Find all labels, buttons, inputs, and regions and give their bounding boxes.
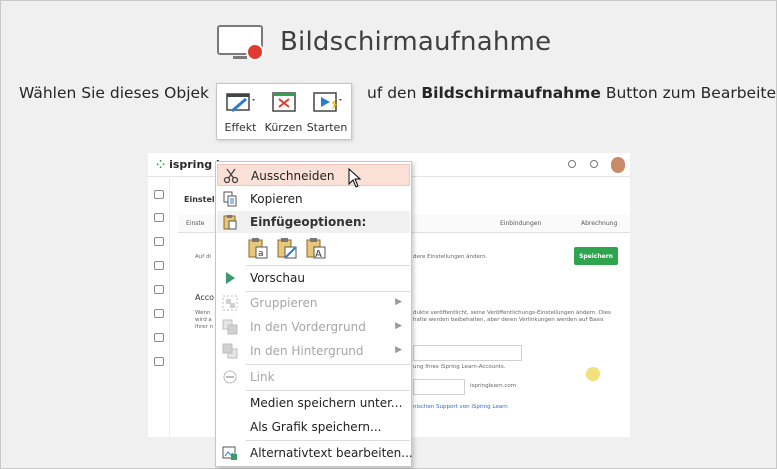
home-icon bbox=[154, 190, 164, 199]
library-icon bbox=[154, 213, 164, 222]
shot-left-line-1: Wenn bbox=[195, 310, 211, 316]
menu-label-copy: Kopieren bbox=[250, 192, 303, 206]
bell-icon bbox=[590, 160, 598, 168]
paste-text-only-icon[interactable]: A bbox=[305, 237, 327, 259]
menu-item-group[interactable]: Gruppieren ▶ bbox=[217, 292, 410, 314]
shot-account-hint: ung Ihres iSpring Learn-Accounts. bbox=[413, 364, 506, 370]
menu-item-preview[interactable]: Vorschau bbox=[217, 267, 410, 289]
shot-account-input bbox=[413, 345, 522, 361]
video-trim-icon bbox=[271, 92, 296, 112]
paste-keep-source-icon[interactable]: a bbox=[247, 237, 269, 259]
click-highlight bbox=[586, 367, 600, 381]
shot-tab-billing: Abrechnung bbox=[581, 220, 618, 227]
menu-label-save-as-picture: Als Grafik speichern... bbox=[250, 420, 382, 434]
menu-label-paste-options: Einfügeoptionen: bbox=[250, 215, 367, 229]
scissors-icon bbox=[223, 168, 239, 184]
shot-right-line-2: halte werden beibehalten, aber deren Ver… bbox=[413, 317, 604, 323]
tasks-icon bbox=[154, 309, 164, 318]
menu-separator bbox=[246, 364, 410, 365]
menu-label-group: Gruppieren bbox=[250, 296, 318, 310]
start-label: Starten bbox=[306, 121, 348, 134]
menu-separator bbox=[246, 390, 410, 391]
menu-separator bbox=[246, 265, 410, 266]
mini-toolbar: Effekt Kürzen Starten bbox=[216, 83, 352, 140]
menu-label-send-back: In den Hintergrund bbox=[250, 344, 364, 358]
subtitle-part-3: Button zum Bearbeiten bbox=[600, 84, 777, 102]
effect-label: Effekt bbox=[224, 121, 257, 134]
subtitle-part-1: Wählen Sie dieses Objek bbox=[19, 84, 210, 102]
subtitle-bold: Bildschirmaufnahme bbox=[421, 84, 601, 102]
shot-right-line-1: dukte veröffentlicht, seine Veröffentlic… bbox=[413, 310, 611, 316]
shot-tab-integrations: Einbindungen bbox=[500, 220, 542, 227]
clipboard-icon bbox=[223, 215, 237, 230]
users-icon bbox=[154, 285, 164, 294]
menu-item-edit-alt-text[interactable]: Alternativtext bearbeiten... bbox=[217, 442, 413, 464]
svg-text:a: a bbox=[258, 249, 264, 259]
mouse-pointer-icon bbox=[348, 168, 362, 188]
submenu-arrow-icon: ▶ bbox=[395, 321, 402, 331]
menu-label-edit-alt-text: Alternativtext bearbeiten... bbox=[250, 446, 413, 460]
slide-title: Bildschirmaufnahme bbox=[280, 27, 552, 57]
group-icon bbox=[222, 295, 238, 311]
shot-domain-suffix: ispringlearn.com bbox=[470, 383, 517, 389]
shot-text-left: Auf di bbox=[195, 254, 211, 260]
shot-tab-settings: Einste bbox=[186, 220, 205, 227]
menu-item-link[interactable]: Link bbox=[217, 366, 410, 388]
paste-options-header: Einfügeoptionen: bbox=[217, 211, 410, 233]
video-start-icon bbox=[313, 92, 342, 112]
effect-button[interactable]: Effekt bbox=[221, 87, 260, 136]
menu-label-preview: Vorschau bbox=[250, 271, 305, 285]
chat-icon bbox=[568, 160, 576, 168]
shot-left-line-3: Ihrer n bbox=[195, 324, 214, 330]
menu-label-link: Link bbox=[250, 370, 275, 384]
trim-label: Kürzen bbox=[264, 121, 303, 134]
shot-save-button: Speichern bbox=[574, 247, 618, 265]
subtitle-part-2: uf den bbox=[367, 84, 422, 102]
menu-item-save-as-picture[interactable]: Als Grafik speichern... bbox=[217, 416, 410, 438]
play-icon bbox=[226, 272, 235, 284]
video-effect-icon bbox=[225, 93, 255, 113]
copy-icon bbox=[223, 191, 237, 207]
menu-item-send-back[interactable]: In den Hintergrund ▶ bbox=[217, 340, 410, 362]
shot-left-line-2: wird a bbox=[195, 317, 212, 323]
menu-label-cut: Ausschneiden bbox=[251, 169, 335, 183]
slide-subtitle: Wählen Sie dieses Objek uf den Bildschirm… bbox=[19, 84, 777, 102]
shot-account-heading: Acco bbox=[195, 293, 215, 302]
menu-item-save-media[interactable]: Medien speichern unter... bbox=[217, 392, 410, 414]
menu-item-copy[interactable]: Kopieren bbox=[217, 188, 410, 210]
submenu-arrow-icon: ▶ bbox=[395, 345, 402, 355]
send-backward-icon bbox=[222, 343, 238, 359]
menu-item-bring-front[interactable]: In den Vordergrund ▶ bbox=[217, 316, 410, 338]
shot-text-right: dere Einstellungen ändern. bbox=[413, 254, 488, 260]
context-menu: Ausschneiden Kopieren Einfügeoptionen: a… bbox=[215, 161, 413, 467]
link-icon bbox=[223, 370, 237, 384]
menu-label-save-media: Medien speichern unter... bbox=[250, 396, 403, 410]
shot-domain-input bbox=[413, 379, 465, 395]
start-button[interactable]: Starten bbox=[307, 87, 347, 136]
chart-icon bbox=[154, 237, 164, 246]
shot-sidebar bbox=[148, 178, 170, 437]
calendar-icon bbox=[154, 261, 164, 270]
settings-icon bbox=[154, 357, 164, 366]
shot-support-link: nischen Support von iSpring Learn bbox=[413, 404, 508, 410]
menu-label-bring-front: In den Vordergrund bbox=[250, 320, 366, 334]
avatar bbox=[611, 157, 625, 173]
paste-picture-icon[interactable] bbox=[276, 237, 298, 259]
trim-button[interactable]: Kürzen bbox=[264, 87, 303, 136]
messages-icon bbox=[154, 333, 164, 342]
bring-forward-icon bbox=[222, 319, 238, 335]
menu-separator bbox=[246, 440, 410, 441]
alt-text-icon bbox=[222, 446, 237, 460]
menu-item-cut[interactable]: Ausschneiden bbox=[217, 164, 410, 186]
shot-section-title: Einstell bbox=[184, 195, 218, 204]
submenu-arrow-icon: ▶ bbox=[395, 297, 402, 307]
screen-recording-icon bbox=[217, 25, 264, 61]
svg-text:A: A bbox=[315, 249, 322, 259]
